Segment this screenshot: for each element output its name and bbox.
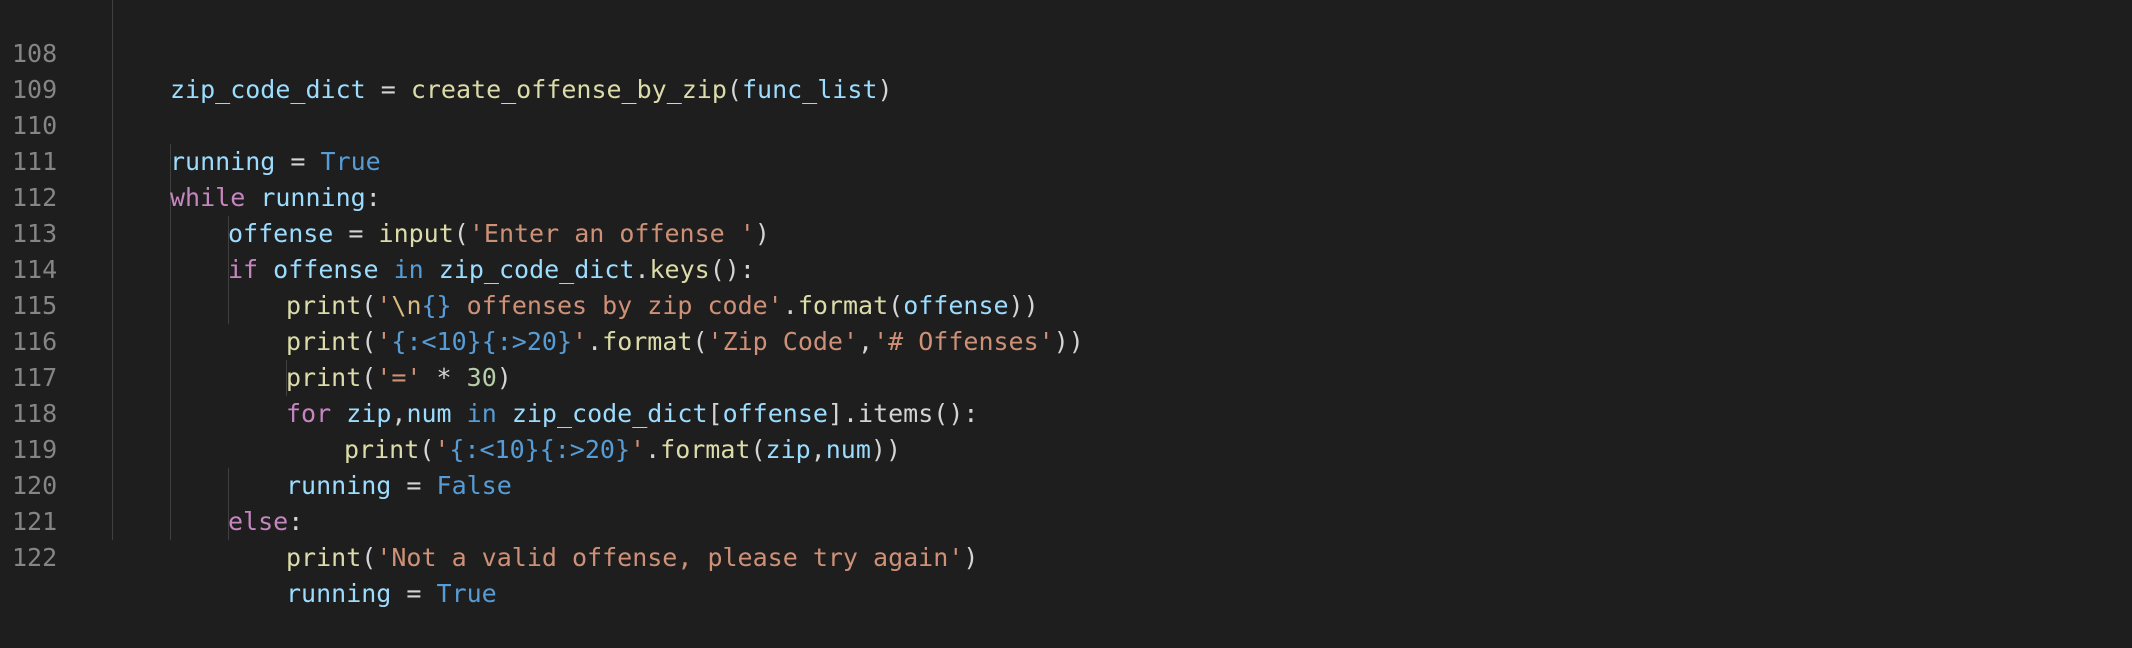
code-line-114[interactable]: 114 print('\n{} offenses by zip code'.fo… — [0, 216, 2132, 320]
line-code: running = True — [286, 579, 497, 608]
code-line-110[interactable]: 110 running = True — [0, 72, 2132, 176]
code-line-108[interactable]: 108 zip_code_dict = create_offense_by_zi… — [0, 0, 2132, 104]
code-line-118[interactable]: 118 print('{:<10}{:>20}'.format(zip,num)… — [0, 360, 2132, 464]
code-line-120[interactable]: 120 else: — [0, 432, 2132, 536]
code-line-111[interactable]: 111 while running: — [0, 108, 2132, 212]
line-code: print('Not a valid offense, please try a… — [286, 543, 979, 572]
code-line-122[interactable]: 122 running = True — [0, 504, 2132, 608]
code-line-116[interactable]: 116 print('=' * 30) — [0, 288, 2132, 392]
code-line-113[interactable]: 113 if offense in zip_code_dict.keys(): — [0, 180, 2132, 284]
code-line-112[interactable]: 112 offense = input('Enter an offense ') — [0, 144, 2132, 248]
code-line-109[interactable]: 109 — [0, 36, 2132, 104]
code-line-117[interactable]: 117 for zip,num in zip_code_dict[offense… — [0, 324, 2132, 428]
code-editor[interactable]: 108 zip_code_dict = create_offense_by_zi… — [0, 0, 2132, 608]
code-line-119[interactable]: 119 running = False — [0, 396, 2132, 500]
code-line-121[interactable]: 121 print('Not a valid offense, please t… — [0, 468, 2132, 572]
code-line-115[interactable]: 115 print('{:<10}{:>20}'.format('Zip Cod… — [0, 252, 2132, 356]
line-number: 122 — [12, 543, 58, 572]
